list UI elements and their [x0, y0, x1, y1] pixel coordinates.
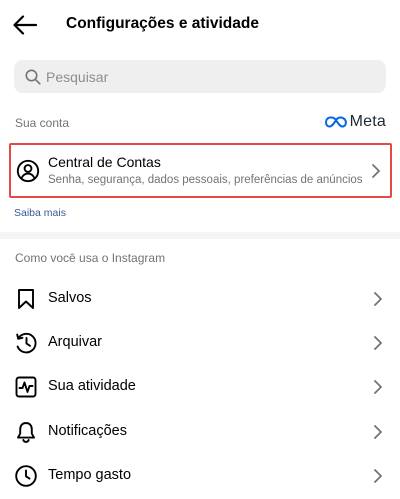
bookmark-icon — [14, 287, 38, 311]
meta-logo: Meta — [324, 113, 386, 131]
menu-item-label: Tempo gasto — [48, 467, 132, 483]
chevron-right-icon — [372, 467, 384, 485]
header: Configurações e atividade — [0, 0, 400, 50]
menu-item-label: Sua atividade — [48, 378, 136, 394]
search-bar[interactable] — [14, 60, 386, 93]
meta-infinity-icon — [324, 116, 347, 128]
accounts-center-title: Central de Contas — [48, 154, 161, 170]
chevron-right-icon — [372, 378, 384, 396]
accounts-center-item[interactable]: Central de Contas Senha, segurança, dado… — [9, 143, 392, 198]
section-label-usage: Como você usa o Instagram — [15, 251, 166, 265]
bell-icon — [14, 420, 38, 444]
menu-item-time-spent[interactable]: Tempo gasto — [0, 454, 400, 498]
menu-item-saved[interactable]: Salvos — [0, 277, 400, 321]
menu-item-activity[interactable]: Sua atividade — [0, 365, 400, 409]
accounts-center-subtitle: Senha, segurança, dados pessoais, prefer… — [48, 174, 363, 186]
activity-icon — [14, 375, 38, 399]
chevron-right-icon — [372, 334, 384, 352]
learn-more-link[interactable]: Saiba mais — [14, 207, 66, 219]
page-title: Configurações e atividade — [66, 15, 259, 32]
chevron-right-icon — [372, 290, 384, 308]
back-button[interactable] — [10, 11, 40, 39]
menu-item-label: Arquivar — [48, 334, 102, 350]
menu-item-notifications[interactable]: Notificações — [0, 410, 400, 454]
archive-clock-icon — [14, 331, 38, 355]
section-divider — [0, 232, 400, 239]
chevron-right-icon — [370, 162, 382, 180]
clock-icon — [14, 464, 38, 488]
chevron-right-icon — [372, 423, 384, 441]
menu-item-label: Salvos — [48, 290, 92, 306]
user-circle-icon — [16, 159, 40, 183]
search-icon — [24, 68, 42, 86]
search-input[interactable] — [46, 68, 366, 85]
menu-item-archive[interactable]: Arquivar — [0, 321, 400, 365]
menu-item-label: Notificações — [48, 423, 127, 439]
meta-brand-text: Meta — [349, 113, 386, 130]
arrow-left-icon — [13, 15, 37, 35]
section-label-account: Sua conta — [15, 116, 70, 130]
